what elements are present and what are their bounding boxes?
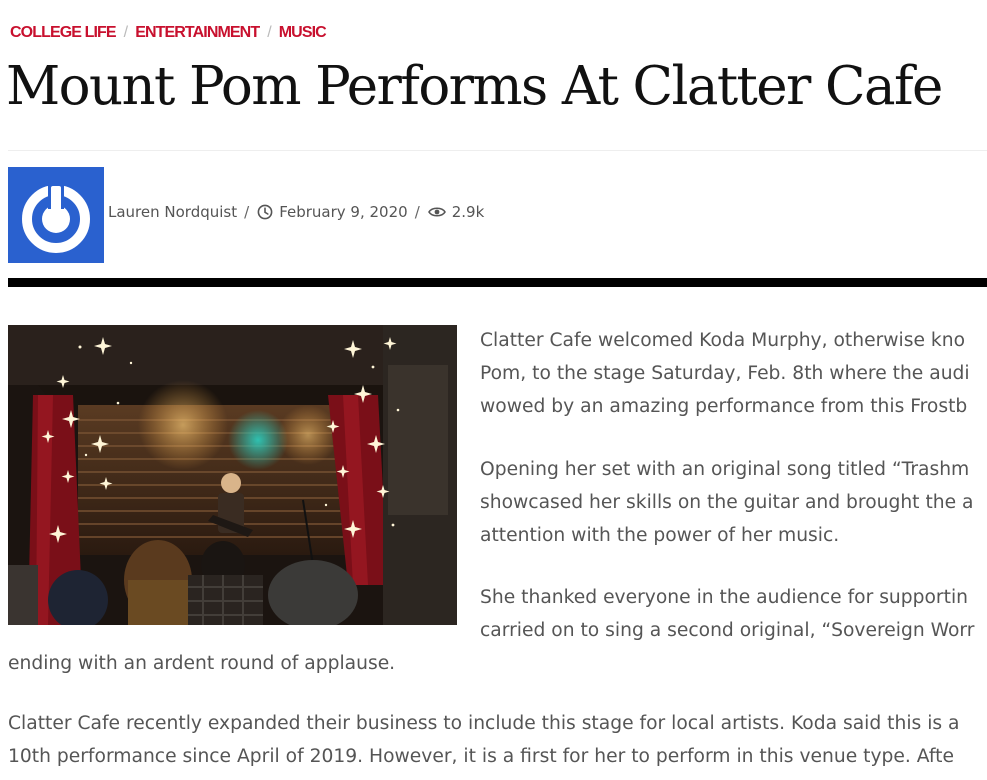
paragraph-line: carried on to sing a second original, “S… <box>480 620 975 641</box>
paragraph-line: Clatter Cafe recently expanded their bus… <box>8 713 960 734</box>
breadcrumb-entertainment[interactable]: ENTERTAINMENT <box>135 24 260 41</box>
breadcrumb-college-life[interactable]: COLLEGE LIFE <box>10 24 117 41</box>
article-photo[interactable] <box>8 325 457 625</box>
paragraph-line: 10th performance since April of 2019. Ho… <box>8 746 954 767</box>
author-name[interactable]: Lauren Nordquist <box>108 203 237 221</box>
publish-date: February 9, 2020 <box>279 203 408 221</box>
paragraph-line: Opening her set with an original song ti… <box>480 459 970 480</box>
power-logo-icon <box>22 181 90 253</box>
article-paragraph-1: Clatter Cafe welcomed Koda Murphy, other… <box>480 324 987 423</box>
view-count: 2.9k <box>451 203 485 221</box>
breadcrumb-separator: / <box>267 24 271 41</box>
clock-icon <box>257 204 273 220</box>
paragraph-line: Pom, to the stage Saturday, Feb. 8th whe… <box>480 363 970 384</box>
eye-icon <box>427 205 446 219</box>
meta-separator: / <box>244 203 250 221</box>
paragraph-line: wowed by an amazing performance from thi… <box>480 396 968 417</box>
article-meta: Lauren Nordquist / February 9, 2020 / 2.… <box>108 203 484 221</box>
concert-photo-image <box>8 325 457 625</box>
author-avatar[interactable] <box>8 167 104 263</box>
paragraph-line: showcased her skills on the guitar and b… <box>480 492 974 513</box>
paragraph-line: ending with an ardent round of applause. <box>8 653 396 674</box>
paragraph-line: She thanked everyone in the audience for… <box>480 587 968 608</box>
article-paragraph-2: Opening her set with an original song ti… <box>480 453 987 552</box>
meta-divider <box>8 278 987 287</box>
paragraph-line: Clatter Cafe welcomed Koda Murphy, other… <box>480 330 966 351</box>
article-paragraph-3: She thanked everyone in the audience for… <box>480 581 987 647</box>
breadcrumb-separator: / <box>123 24 128 41</box>
article-paragraph-3-continued: ending with an ardent round of applause. <box>8 647 987 680</box>
breadcrumb-music[interactable]: MUSIC <box>279 24 327 41</box>
breadcrumb: COLLEGE LIFE / ENTERTAINMENT / MUSIC <box>10 24 327 42</box>
paragraph-line: attention with the power of her music. <box>480 525 840 546</box>
title-divider <box>8 150 987 151</box>
article-paragraph-4: Clatter Cafe recently expanded their bus… <box>8 707 987 773</box>
article-title: Mount Pom Performs At Clatter Cafe <box>6 56 943 117</box>
meta-separator: / <box>414 203 420 221</box>
